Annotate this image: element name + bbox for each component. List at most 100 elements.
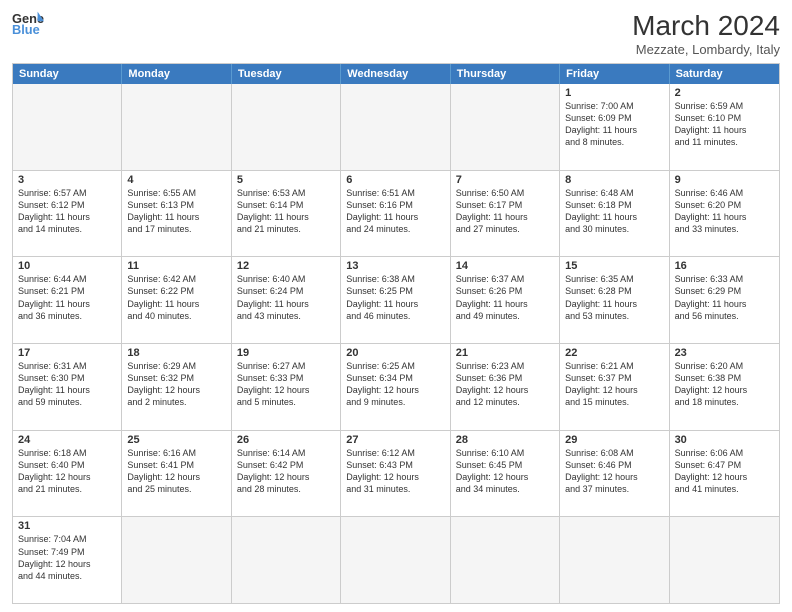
day-info-7: Sunrise: 6:50 AM Sunset: 6:17 PM Dayligh…: [456, 187, 554, 236]
cal-cell-r5-c5: [560, 517, 669, 603]
cal-cell-r5-c2: [232, 517, 341, 603]
cal-cell-r4-c6: 30Sunrise: 6:06 AM Sunset: 6:47 PM Dayli…: [670, 431, 779, 517]
title-block: March 2024 Mezzate, Lombardy, Italy: [632, 10, 780, 57]
header-sunday: Sunday: [13, 64, 122, 84]
cal-row-1: 3Sunrise: 6:57 AM Sunset: 6:12 PM Daylig…: [13, 170, 779, 257]
generalblue-logo-icon: General Blue: [12, 10, 44, 38]
day-number-13: 13: [346, 260, 444, 272]
cal-cell-r2-c1: 11Sunrise: 6:42 AM Sunset: 6:22 PM Dayli…: [122, 257, 231, 343]
day-number-27: 27: [346, 434, 444, 446]
cal-cell-r2-c4: 14Sunrise: 6:37 AM Sunset: 6:26 PM Dayli…: [451, 257, 560, 343]
day-number-1: 1: [565, 87, 663, 99]
header-tuesday: Tuesday: [232, 64, 341, 84]
logo: General Blue: [12, 10, 44, 38]
cal-cell-r2-c2: 12Sunrise: 6:40 AM Sunset: 6:24 PM Dayli…: [232, 257, 341, 343]
cal-row-5: 31Sunrise: 7:04 AM Sunset: 7:49 PM Dayli…: [13, 516, 779, 603]
cal-cell-r4-c5: 29Sunrise: 6:08 AM Sunset: 6:46 PM Dayli…: [560, 431, 669, 517]
cal-cell-r5-c0: 31Sunrise: 7:04 AM Sunset: 7:49 PM Dayli…: [13, 517, 122, 603]
day-info-18: Sunrise: 6:29 AM Sunset: 6:32 PM Dayligh…: [127, 360, 225, 409]
header-friday: Friday: [560, 64, 669, 84]
calendar: Sunday Monday Tuesday Wednesday Thursday…: [12, 63, 780, 604]
cal-cell-r4-c2: 26Sunrise: 6:14 AM Sunset: 6:42 PM Dayli…: [232, 431, 341, 517]
day-info-2: Sunrise: 6:59 AM Sunset: 6:10 PM Dayligh…: [675, 100, 774, 149]
cal-cell-r1-c3: 6Sunrise: 6:51 AM Sunset: 6:16 PM Daylig…: [341, 171, 450, 257]
day-info-8: Sunrise: 6:48 AM Sunset: 6:18 PM Dayligh…: [565, 187, 663, 236]
cal-cell-r3-c3: 20Sunrise: 6:25 AM Sunset: 6:34 PM Dayli…: [341, 344, 450, 430]
day-info-16: Sunrise: 6:33 AM Sunset: 6:29 PM Dayligh…: [675, 273, 774, 322]
cal-cell-r0-c1: [122, 84, 231, 170]
calendar-header: Sunday Monday Tuesday Wednesday Thursday…: [13, 64, 779, 84]
day-info-5: Sunrise: 6:53 AM Sunset: 6:14 PM Dayligh…: [237, 187, 335, 236]
day-info-6: Sunrise: 6:51 AM Sunset: 6:16 PM Dayligh…: [346, 187, 444, 236]
day-info-13: Sunrise: 6:38 AM Sunset: 6:25 PM Dayligh…: [346, 273, 444, 322]
day-info-22: Sunrise: 6:21 AM Sunset: 6:37 PM Dayligh…: [565, 360, 663, 409]
day-number-12: 12: [237, 260, 335, 272]
day-number-19: 19: [237, 347, 335, 359]
day-number-9: 9: [675, 174, 774, 186]
day-info-21: Sunrise: 6:23 AM Sunset: 6:36 PM Dayligh…: [456, 360, 554, 409]
day-info-25: Sunrise: 6:16 AM Sunset: 6:41 PM Dayligh…: [127, 447, 225, 496]
day-number-5: 5: [237, 174, 335, 186]
day-info-30: Sunrise: 6:06 AM Sunset: 6:47 PM Dayligh…: [675, 447, 774, 496]
day-number-22: 22: [565, 347, 663, 359]
day-number-8: 8: [565, 174, 663, 186]
calendar-body: 1Sunrise: 7:00 AM Sunset: 6:09 PM Daylig…: [13, 84, 779, 603]
day-info-15: Sunrise: 6:35 AM Sunset: 6:28 PM Dayligh…: [565, 273, 663, 322]
header-thursday: Thursday: [451, 64, 560, 84]
day-info-28: Sunrise: 6:10 AM Sunset: 6:45 PM Dayligh…: [456, 447, 554, 496]
day-number-7: 7: [456, 174, 554, 186]
subtitle: Mezzate, Lombardy, Italy: [632, 42, 780, 57]
day-info-24: Sunrise: 6:18 AM Sunset: 6:40 PM Dayligh…: [18, 447, 116, 496]
day-number-15: 15: [565, 260, 663, 272]
day-info-14: Sunrise: 6:37 AM Sunset: 6:26 PM Dayligh…: [456, 273, 554, 322]
cal-cell-r2-c6: 16Sunrise: 6:33 AM Sunset: 6:29 PM Dayli…: [670, 257, 779, 343]
day-number-17: 17: [18, 347, 116, 359]
day-number-14: 14: [456, 260, 554, 272]
cal-cell-r1-c2: 5Sunrise: 6:53 AM Sunset: 6:14 PM Daylig…: [232, 171, 341, 257]
cal-cell-r2-c3: 13Sunrise: 6:38 AM Sunset: 6:25 PM Dayli…: [341, 257, 450, 343]
cal-cell-r3-c4: 21Sunrise: 6:23 AM Sunset: 6:36 PM Dayli…: [451, 344, 560, 430]
svg-text:Blue: Blue: [12, 22, 40, 37]
cal-cell-r1-c5: 8Sunrise: 6:48 AM Sunset: 6:18 PM Daylig…: [560, 171, 669, 257]
day-number-10: 10: [18, 260, 116, 272]
day-number-3: 3: [18, 174, 116, 186]
day-number-26: 26: [237, 434, 335, 446]
cal-cell-r1-c0: 3Sunrise: 6:57 AM Sunset: 6:12 PM Daylig…: [13, 171, 122, 257]
day-info-10: Sunrise: 6:44 AM Sunset: 6:21 PM Dayligh…: [18, 273, 116, 322]
cal-cell-r4-c1: 25Sunrise: 6:16 AM Sunset: 6:41 PM Dayli…: [122, 431, 231, 517]
cal-cell-r0-c2: [232, 84, 341, 170]
day-number-30: 30: [675, 434, 774, 446]
header: General Blue March 2024 Mezzate, Lombard…: [12, 10, 780, 57]
day-info-20: Sunrise: 6:25 AM Sunset: 6:34 PM Dayligh…: [346, 360, 444, 409]
cal-cell-r0-c4: [451, 84, 560, 170]
cal-cell-r3-c0: 17Sunrise: 6:31 AM Sunset: 6:30 PM Dayli…: [13, 344, 122, 430]
day-info-27: Sunrise: 6:12 AM Sunset: 6:43 PM Dayligh…: [346, 447, 444, 496]
day-number-11: 11: [127, 260, 225, 272]
day-info-9: Sunrise: 6:46 AM Sunset: 6:20 PM Dayligh…: [675, 187, 774, 236]
cal-row-0: 1Sunrise: 7:00 AM Sunset: 6:09 PM Daylig…: [13, 84, 779, 170]
day-info-31: Sunrise: 7:04 AM Sunset: 7:49 PM Dayligh…: [18, 533, 116, 582]
cal-cell-r3-c2: 19Sunrise: 6:27 AM Sunset: 6:33 PM Dayli…: [232, 344, 341, 430]
cal-cell-r0-c5: 1Sunrise: 7:00 AM Sunset: 6:09 PM Daylig…: [560, 84, 669, 170]
day-info-17: Sunrise: 6:31 AM Sunset: 6:30 PM Dayligh…: [18, 360, 116, 409]
day-info-1: Sunrise: 7:00 AM Sunset: 6:09 PM Dayligh…: [565, 100, 663, 149]
cal-cell-r0-c3: [341, 84, 450, 170]
day-info-23: Sunrise: 6:20 AM Sunset: 6:38 PM Dayligh…: [675, 360, 774, 409]
day-info-26: Sunrise: 6:14 AM Sunset: 6:42 PM Dayligh…: [237, 447, 335, 496]
cal-cell-r3-c5: 22Sunrise: 6:21 AM Sunset: 6:37 PM Dayli…: [560, 344, 669, 430]
day-info-4: Sunrise: 6:55 AM Sunset: 6:13 PM Dayligh…: [127, 187, 225, 236]
cal-cell-r5-c6: [670, 517, 779, 603]
cal-row-4: 24Sunrise: 6:18 AM Sunset: 6:40 PM Dayli…: [13, 430, 779, 517]
cal-cell-r1-c1: 4Sunrise: 6:55 AM Sunset: 6:13 PM Daylig…: [122, 171, 231, 257]
day-info-12: Sunrise: 6:40 AM Sunset: 6:24 PM Dayligh…: [237, 273, 335, 322]
day-number-16: 16: [675, 260, 774, 272]
day-number-2: 2: [675, 87, 774, 99]
day-number-4: 4: [127, 174, 225, 186]
day-info-3: Sunrise: 6:57 AM Sunset: 6:12 PM Dayligh…: [18, 187, 116, 236]
cal-cell-r3-c1: 18Sunrise: 6:29 AM Sunset: 6:32 PM Dayli…: [122, 344, 231, 430]
cal-cell-r1-c6: 9Sunrise: 6:46 AM Sunset: 6:20 PM Daylig…: [670, 171, 779, 257]
day-info-19: Sunrise: 6:27 AM Sunset: 6:33 PM Dayligh…: [237, 360, 335, 409]
day-number-31: 31: [18, 520, 116, 532]
day-number-18: 18: [127, 347, 225, 359]
cal-cell-r1-c4: 7Sunrise: 6:50 AM Sunset: 6:17 PM Daylig…: [451, 171, 560, 257]
